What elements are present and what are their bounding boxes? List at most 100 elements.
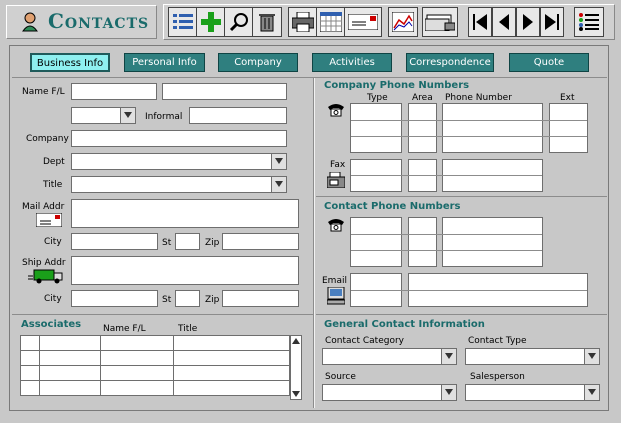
chevron-down-icon[interactable] [271,177,286,192]
table-row[interactable] [20,380,290,396]
telephone-icon [327,218,345,235]
ship-city-field[interactable] [71,290,158,307]
trash-icon[interactable] [252,7,282,37]
tab-correspondence[interactable]: Correspondence [406,53,494,72]
contact-phone-heading: Contact Phone Numbers [324,201,461,212]
tab-business-info[interactable]: Business Info [30,53,110,72]
salutation-select[interactable] [71,107,136,124]
associates-table[interactable] [20,335,290,396]
mail-address-field[interactable] [71,199,299,228]
zip-label: Zip [205,238,220,248]
col-ext-label: Ext [560,93,575,103]
find-icon[interactable] [224,7,254,37]
contact-phone-type-col[interactable] [350,217,402,267]
company-phone-heading: Company Phone Numbers [324,80,470,91]
prev-record-icon[interactable] [492,7,516,37]
h-divider-left [12,314,313,315]
associates-heading: Associates [21,319,82,330]
contact-phone-area-col[interactable] [408,217,437,267]
contact-phone-number-col[interactable] [442,217,543,267]
salesperson-select[interactable] [465,384,600,401]
salesperson-label: Salesperson [470,372,525,382]
contact-type-select[interactable] [465,348,600,365]
source-select[interactable] [322,384,457,401]
chevron-down-icon[interactable] [584,385,599,400]
chevron-down-icon[interactable] [441,385,456,400]
table-row[interactable] [20,365,290,381]
chevron-down-icon[interactable] [584,349,599,364]
company-field[interactable] [71,130,287,147]
scroll-down-icon[interactable] [292,391,300,397]
contact-category-label: Contact Category [325,336,404,346]
contact-row-line [351,234,542,235]
mail-state-field[interactable] [175,233,200,250]
company-phone-number-col[interactable] [442,103,543,153]
table-row[interactable] [20,335,290,351]
tab-personal-info[interactable]: Personal Info [124,53,205,72]
city-label: City [44,237,62,247]
h-divider-top [12,77,607,78]
company-phone-area-col[interactable] [408,103,437,153]
phone-row-line [351,120,587,121]
add-icon[interactable] [196,7,226,37]
tab-company[interactable]: Company [218,53,298,72]
scroll-up-icon[interactable] [292,338,300,344]
list-view-button[interactable] [168,7,198,37]
mail-addr-label: Mail Addr [22,202,65,212]
next-record-icon[interactable] [516,7,540,37]
truck-icon [28,268,64,287]
company-phone-ext-col[interactable] [549,103,588,153]
mail-zip-field[interactable] [222,233,299,250]
mail-city-field[interactable] [71,233,158,250]
app-title: Contacts [48,9,150,33]
st-label: St [162,238,172,248]
fax-row-line [351,175,542,176]
first-record-icon[interactable] [468,7,492,37]
informal-field[interactable] [189,107,287,124]
chart-icon[interactable] [388,7,418,37]
ship-address-field[interactable] [71,256,299,285]
mail-envelope-icon [35,212,63,230]
h-divider-right-1 [316,196,607,197]
ship-state-field[interactable] [175,290,200,307]
letter-icon[interactable] [344,7,382,37]
dept-label: Dept [43,157,65,167]
general-heading: General Contact Information [324,319,485,330]
informal-label: Informal [145,112,183,122]
chevron-down-icon[interactable] [271,154,286,169]
cards-icon[interactable] [422,7,458,37]
ship-zip-field[interactable] [222,290,299,307]
calendar-icon[interactable] [316,7,346,37]
title-select[interactable] [71,176,287,193]
dept-select[interactable] [71,153,287,170]
last-name-field[interactable] [162,83,287,100]
h-divider-right-2 [316,314,607,315]
chevron-down-icon[interactable] [120,108,135,123]
telephone-icon [327,103,345,120]
assoc-col-title: Title [178,324,198,334]
last-record-icon[interactable] [540,7,564,37]
col-number-label: Phone Number [445,93,512,103]
first-name-field[interactable] [71,83,157,100]
contacts-person-icon [22,12,38,32]
menu-list-icon[interactable] [574,7,604,37]
fax-label: Fax [330,160,346,170]
city2-label: City [44,294,62,304]
company-phone-type-col[interactable] [350,103,402,153]
associates-scrollbar[interactable] [290,335,302,400]
tab-activities[interactable]: Activities [312,53,392,72]
email-row-line [351,290,587,291]
table-row[interactable] [20,350,290,366]
assoc-col-name: Name F/L [103,324,146,334]
fax-icon [326,171,346,191]
title-label: Title [43,180,63,190]
ship-addr-label: Ship Addr [22,258,66,268]
contact-category-select[interactable] [322,348,457,365]
tab-quote[interactable]: Quote [509,53,589,72]
col-area-label: Area [412,93,433,103]
contact-row-line [351,250,542,251]
name-label: Name F/L [22,87,65,97]
chevron-down-icon[interactable] [441,349,456,364]
company-label: Company [26,134,69,144]
printer-icon[interactable] [288,7,318,37]
